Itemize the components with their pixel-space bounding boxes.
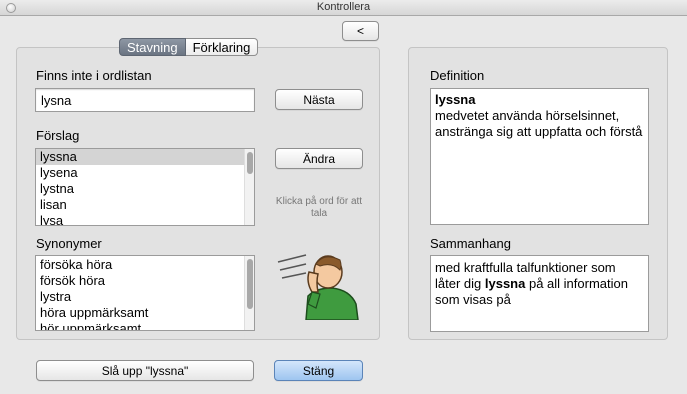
synonym-item[interactable]: försöka höra	[36, 257, 254, 273]
tab-bar: Stavning Förklaring	[119, 38, 259, 56]
scroll-thumb[interactable]	[247, 259, 253, 309]
not-in-dictionary-label: Finns inte i ordlistan	[36, 68, 152, 83]
synonym-item[interactable]: lystra	[36, 289, 254, 305]
word-input[interactable]: lysna	[35, 88, 255, 112]
synonym-item[interactable]: höra uppmärksamt	[36, 305, 254, 321]
suggestions-scrollbar[interactable]	[244, 149, 254, 225]
suggestion-item[interactable]: lyssna	[36, 149, 254, 165]
context-label: Sammanhang	[430, 236, 511, 251]
definition-text: lyssna medvetet använda hörselsinnet, an…	[430, 88, 649, 225]
back-button[interactable]: <	[342, 21, 379, 41]
suggestions-label: Förslag	[36, 128, 80, 143]
close-button[interactable]: Stäng	[274, 360, 363, 381]
suggestion-item[interactable]: lysa	[36, 213, 254, 225]
definition-body: medvetet använda hörselsinnet, anstränga…	[435, 108, 643, 139]
speak-hint: Klicka på ord för att tala	[275, 196, 363, 219]
person-listening-icon[interactable]	[276, 252, 362, 320]
scroll-thumb[interactable]	[247, 152, 253, 174]
synonym-item[interactable]: hör uppmärksamt	[36, 321, 254, 330]
synonym-item[interactable]: försök höra	[36, 273, 254, 289]
definition-headword: lyssna	[435, 92, 476, 107]
window-title: Kontrollera	[316, 1, 371, 13]
change-button[interactable]: Ändra	[275, 148, 363, 169]
tab-spelling[interactable]: Stavning	[119, 38, 186, 56]
synonyms-scrollbar[interactable]	[244, 256, 254, 330]
lookup-button[interactable]: Slå upp "lyssna"	[36, 360, 254, 381]
suggestions-list[interactable]: lyssna lysena lystna lisan lysa	[35, 148, 255, 226]
context-text: med kraftfulla talfunktioner som låter d…	[430, 255, 649, 332]
suggestion-item[interactable]: lisan	[36, 197, 254, 213]
tab-explanation[interactable]: Förklaring	[185, 38, 259, 56]
title-bar: Kontrollera	[0, 0, 687, 16]
suggestion-item[interactable]: lystna	[36, 181, 254, 197]
synonyms-list[interactable]: försöka höra försök höra lystra höra upp…	[35, 255, 255, 331]
synonyms-label: Synonymer	[36, 236, 102, 251]
context-highlight: lyssna	[484, 276, 526, 291]
suggestion-item[interactable]: lysena	[36, 165, 254, 181]
definition-label: Definition	[430, 68, 485, 83]
next-button[interactable]: Nästa	[275, 89, 363, 110]
